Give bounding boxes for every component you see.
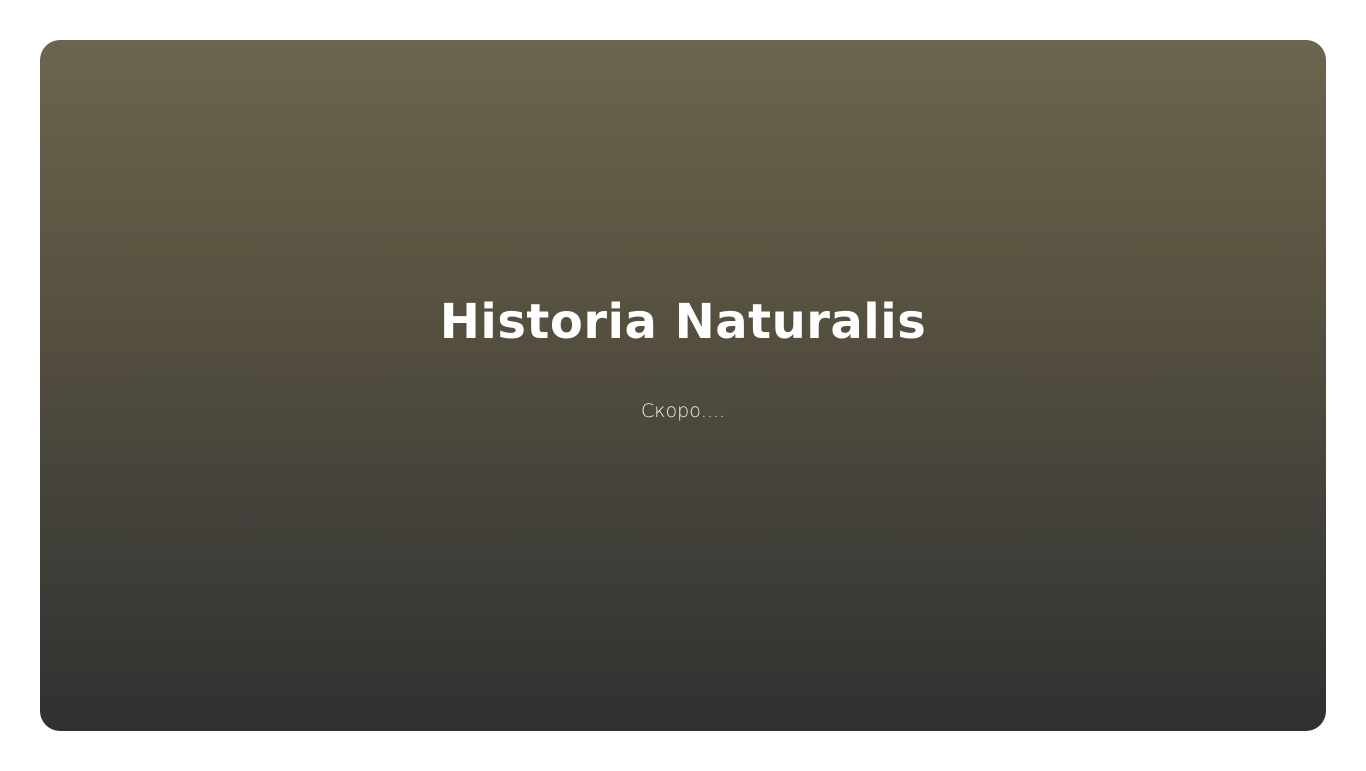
page-title: Historia Naturalis (439, 294, 927, 350)
coming-soon-text: Скоро.... (640, 400, 725, 422)
hero-banner: Historia Naturalis Скоро.... (40, 40, 1326, 731)
